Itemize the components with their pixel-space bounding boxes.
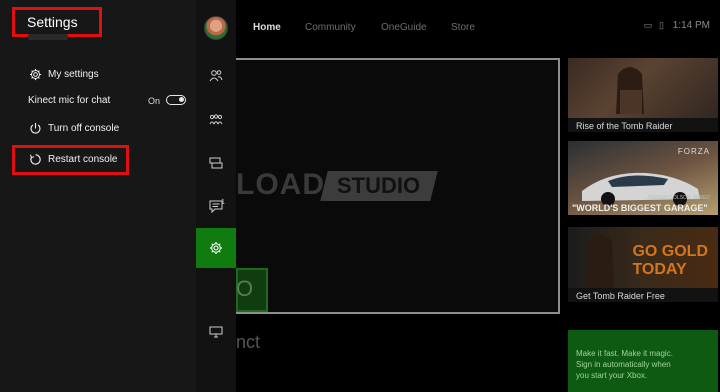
- nav-home[interactable]: Home: [253, 22, 281, 33]
- rail-tv[interactable]: [196, 312, 236, 352]
- tile3-caption-bar: Get Tomb Raider Free: [568, 288, 718, 302]
- menu-restart-console[interactable]: Restart console: [28, 148, 117, 170]
- nav-community[interactable]: Community: [305, 22, 356, 33]
- friends-icon: [209, 70, 223, 82]
- rail-settings[interactable]: [196, 228, 236, 268]
- avatar[interactable]: [204, 16, 228, 40]
- green-tile-text: O: [236, 276, 254, 301]
- menu-turn-off-label: Turn off console: [48, 122, 120, 134]
- notifications-count: 1: [221, 199, 225, 206]
- gamertag-placeholder: [28, 34, 68, 40]
- menu-my-settings[interactable]: My settings: [28, 63, 99, 85]
- restart-icon: [28, 152, 42, 166]
- forza-brand: FORZA: [677, 147, 710, 156]
- gear-icon: [210, 242, 222, 254]
- promo-tile[interactable]: Make it fast. Make it magic. Sign in aut…: [568, 330, 718, 392]
- promo-text: Make it fast. Make it magic. Sign in aut…: [576, 348, 673, 381]
- promo-line-1: Make it fast. Make it magic.: [576, 349, 673, 358]
- menu-turn-off-console[interactable]: Turn off console: [28, 117, 119, 139]
- gear-icon: [28, 67, 42, 81]
- dashboard-top-nav: Home Community OneGuide Store ▭ ▯ 1:14 P…: [236, 0, 720, 56]
- rail-notifications[interactable]: 1: [196, 186, 236, 226]
- go-gold-line2: TODAY: [632, 261, 687, 278]
- tile2-caption: "WORLD'S BIGGEST GARAGE": [572, 203, 708, 213]
- hero-logo-text: LOAD: [236, 168, 325, 201]
- tile1-caption: Rise of the Tomb Raider: [576, 121, 673, 131]
- rail-party[interactable]: [196, 100, 236, 140]
- promo-line-3: you start your Xbox.: [576, 371, 648, 380]
- tile-worlds-biggest-garage[interactable]: FORZA JORGEN GOLSON, WIRED "WORLD'S BIGG…: [568, 141, 718, 215]
- battery-icon: ▭: [643, 20, 653, 30]
- photo-credit: JORGEN GOLSON, WIRED: [646, 195, 710, 201]
- settings-panel: Settings My settings Kinect mic for chat…: [0, 0, 196, 392]
- rail-friends[interactable]: [196, 56, 236, 96]
- toggle-knob: [179, 97, 184, 102]
- rail-messages[interactable]: [196, 143, 236, 183]
- studio-badge-text: STUDIO: [337, 173, 421, 198]
- tomb-raider-art: [616, 67, 644, 114]
- go-gold-overlay: GO GOLD TODAY: [632, 243, 708, 279]
- tv-icon: [209, 326, 223, 338]
- menu-restart-label: Restart console: [48, 153, 118, 165]
- kinect-toggle-state: On: [148, 96, 161, 106]
- menu-kinect-mic-label: Kinect mic for chat: [28, 94, 111, 106]
- background-partial-text: nct: [236, 332, 261, 352]
- guide-icon-rail: 1: [196, 0, 236, 392]
- hero-studio-badge: STUDIO: [320, 171, 438, 201]
- status-area: ▭ ▯ 1:14 PM: [644, 20, 710, 31]
- party-icon: [209, 114, 223, 125]
- messages-icon: [209, 157, 223, 169]
- menu-kinect-mic[interactable]: Kinect mic for chat: [28, 89, 110, 111]
- clock: 1:14 PM: [672, 20, 710, 31]
- promo-line-2: Sign in automatically when: [576, 360, 671, 369]
- network-icon: ▯: [659, 20, 664, 30]
- panel-title: Settings: [27, 14, 78, 30]
- nav-store[interactable]: Store: [451, 22, 475, 33]
- tile1-caption-bar: Rise of the Tomb Raider: [568, 118, 718, 132]
- kinect-mic-toggle[interactable]: [166, 95, 186, 105]
- go-gold-line1: GO GOLD: [632, 243, 708, 260]
- power-icon: [28, 121, 42, 135]
- nav-oneguide[interactable]: OneGuide: [381, 22, 427, 33]
- tile3-caption: Get Tomb Raider Free: [576, 291, 665, 301]
- menu-my-settings-label: My settings: [48, 68, 99, 80]
